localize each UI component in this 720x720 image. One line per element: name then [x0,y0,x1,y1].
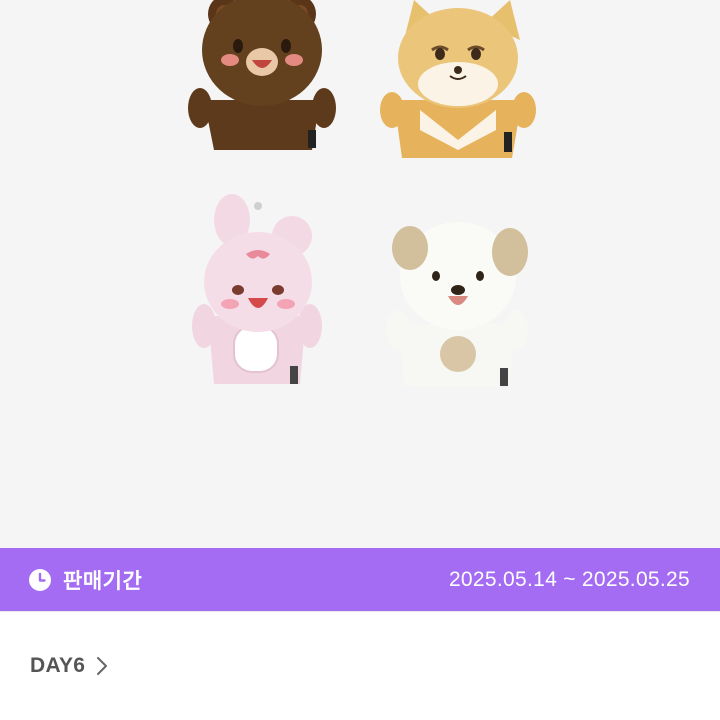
bear-plush [188,0,336,150]
sale-period-dates: 2025.05.14 ~ 2025.05.25 [448,567,690,591]
product-image[interactable] [0,0,720,548]
fox-plush [380,0,536,158]
artist-name[interactable]: DAY6 [30,654,85,678]
clock-icon [29,568,51,591]
bunny-plush [192,194,322,384]
sale-period-banner: 판매기간 2025.05.14 ~ 2025.05.25 [0,548,720,611]
sale-period-label: 판매기간 [63,569,143,593]
divider [0,611,720,612]
artist-link[interactable]: DAY6 [30,648,109,684]
puppy-plush [386,222,528,386]
chevron-right-icon[interactable] [95,656,109,676]
